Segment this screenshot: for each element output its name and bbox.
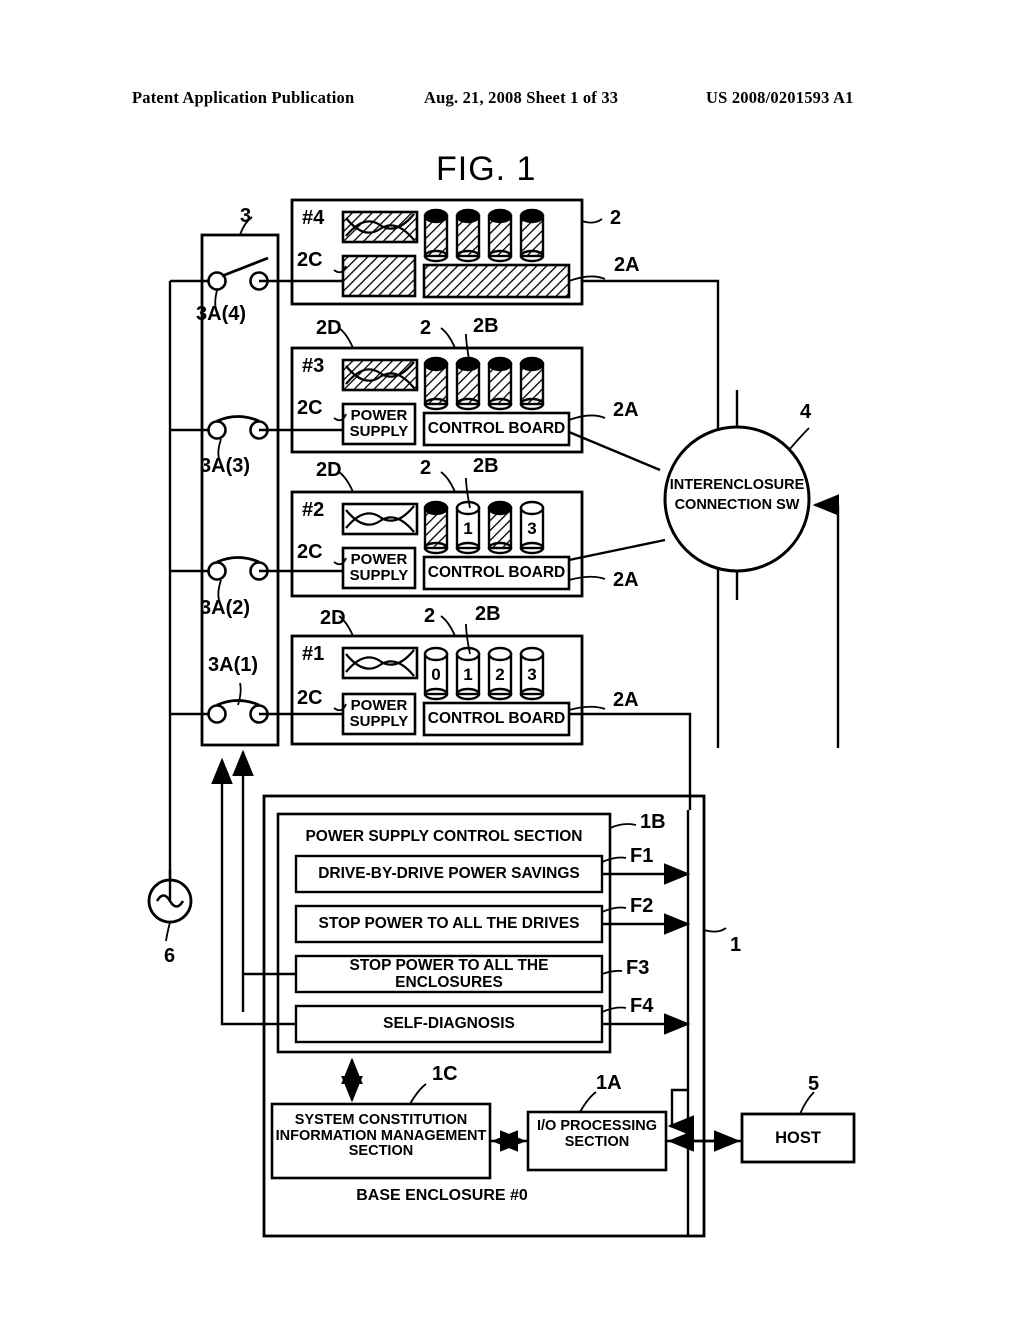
- enclosure-2-power-supply-ref: 2C: [297, 541, 323, 563]
- switch-label-3a4: 3A(4): [196, 303, 247, 325]
- system-constitution-line2: INFORMATION MANAGEMENT: [275, 1127, 487, 1144]
- fan-ref-2: 2D: [320, 607, 346, 629]
- drive-label-2-3: 3: [527, 518, 537, 538]
- drive-ref-3top: 2B: [473, 315, 499, 337]
- interenclosure-sw-ref: 4: [800, 401, 812, 423]
- enclosure-ref-1top: 2: [424, 605, 436, 627]
- switch-panel-ref: 3: [240, 205, 252, 227]
- function-f3-ref: F3: [626, 957, 650, 979]
- function-f3-label: STOP POWER TO ALL THE ENCLOSURES: [349, 956, 549, 991]
- power-supply-box-2: POWER SUPPLY: [349, 550, 409, 584]
- switch-label-3a1: 3A(1): [208, 654, 259, 676]
- io-processing-section: I/O PROCESSING SECTION: [528, 1118, 666, 1150]
- switch-label-3a3: 3A(3): [200, 455, 251, 477]
- drive-label-1-0: 0: [431, 664, 441, 684]
- system-constitution-line1: SYSTEM CONSTITUTION: [294, 1112, 468, 1128]
- io-processing-line2: SECTION: [564, 1133, 630, 1150]
- enclosure-4-ref: 2: [610, 207, 622, 229]
- enclosure-id-3: #3: [302, 355, 325, 377]
- drive-ref-1top: 2B: [475, 603, 501, 625]
- system-constitution-line3: SECTION: [348, 1143, 414, 1160]
- system-constitution-ref: 1C: [432, 1063, 458, 1085]
- enclosure-1-power-supply-ref: 2C: [297, 687, 323, 709]
- drive-label-2-1: 1: [463, 518, 473, 538]
- enclosure-id-4: #4: [302, 207, 325, 229]
- enclosure-4-power-supply-ref: 2C: [297, 249, 323, 271]
- power-supply-control-section-title: POWER SUPPLY CONTROL SECTION: [305, 828, 583, 846]
- function-f1-label: DRIVE-BY-DRIVE POWER SAVINGS: [318, 865, 580, 883]
- function-f4-label: SELF-DIAGNOSIS: [383, 1015, 515, 1033]
- fan-ref-4: 2D: [316, 317, 342, 339]
- power-supply-control-section-ref: 1B: [640, 811, 666, 833]
- system-constitution-section: SYSTEM CONSTITUTION INFORMATION MANAGEME…: [272, 1112, 490, 1160]
- host-label: HOST: [775, 1128, 821, 1147]
- power-supply-box-3: POWER SUPPLY: [349, 406, 409, 440]
- enclosure-4-control-board-ref: 2A: [614, 254, 640, 276]
- drive-ref-2top: 2B: [473, 455, 499, 477]
- enclosure-ref-2top: 2: [420, 457, 432, 479]
- host-ref: 5: [808, 1073, 820, 1095]
- function-f1-ref: F1: [630, 845, 654, 867]
- control-board-box-3: CONTROL BOARD: [427, 420, 566, 438]
- drive-label-1-3: 3: [527, 664, 537, 684]
- enclosure-2-control-board-ref: 2A: [613, 569, 639, 591]
- enclosure-id-1: #1: [302, 643, 325, 665]
- interenclosure-sw-line1: INTERENCLOSURE: [669, 477, 805, 494]
- enclosure-3-control-board-ref: 2A: [613, 399, 639, 421]
- base-enclosure-caption: BASE ENCLOSURE #0: [356, 1187, 528, 1205]
- enclosure-ref-3top: 2: [420, 317, 432, 339]
- io-processing-line1: I/O PROCESSING: [536, 1118, 658, 1134]
- enclosure-id-2: #2: [302, 499, 325, 521]
- function-f2-label: STOP POWER TO ALL THE DRIVES: [318, 915, 580, 933]
- interenclosure-sw-line2: CONNECTION SW: [674, 497, 800, 514]
- function-f2-ref: F2: [630, 895, 654, 917]
- fan-ref-3: 2D: [316, 459, 342, 481]
- power-supply-box-1: POWER SUPPLY: [349, 696, 409, 730]
- base-enclosure-ref: 1: [730, 934, 742, 956]
- figure-drawing: [147, 198, 856, 1238]
- patent-figure-page: Patent Application Publication Aug. 21, …: [0, 0, 1024, 1320]
- enclosure-3-power-supply-ref: 2C: [297, 397, 323, 419]
- enclosure-1-control-board-ref: 2A: [613, 689, 639, 711]
- function-f4-ref: F4: [630, 995, 654, 1017]
- power-source-ref: 6: [164, 945, 176, 967]
- switch-label-3a2: 3A(2): [200, 597, 251, 619]
- drive-label-1-2: 2: [495, 664, 505, 684]
- io-processing-ref: 1A: [596, 1072, 622, 1094]
- drive-label-1-1: 1: [463, 664, 473, 684]
- control-board-box-1: CONTROL BOARD: [427, 710, 566, 728]
- control-board-box-2: CONTROL BOARD: [427, 564, 566, 582]
